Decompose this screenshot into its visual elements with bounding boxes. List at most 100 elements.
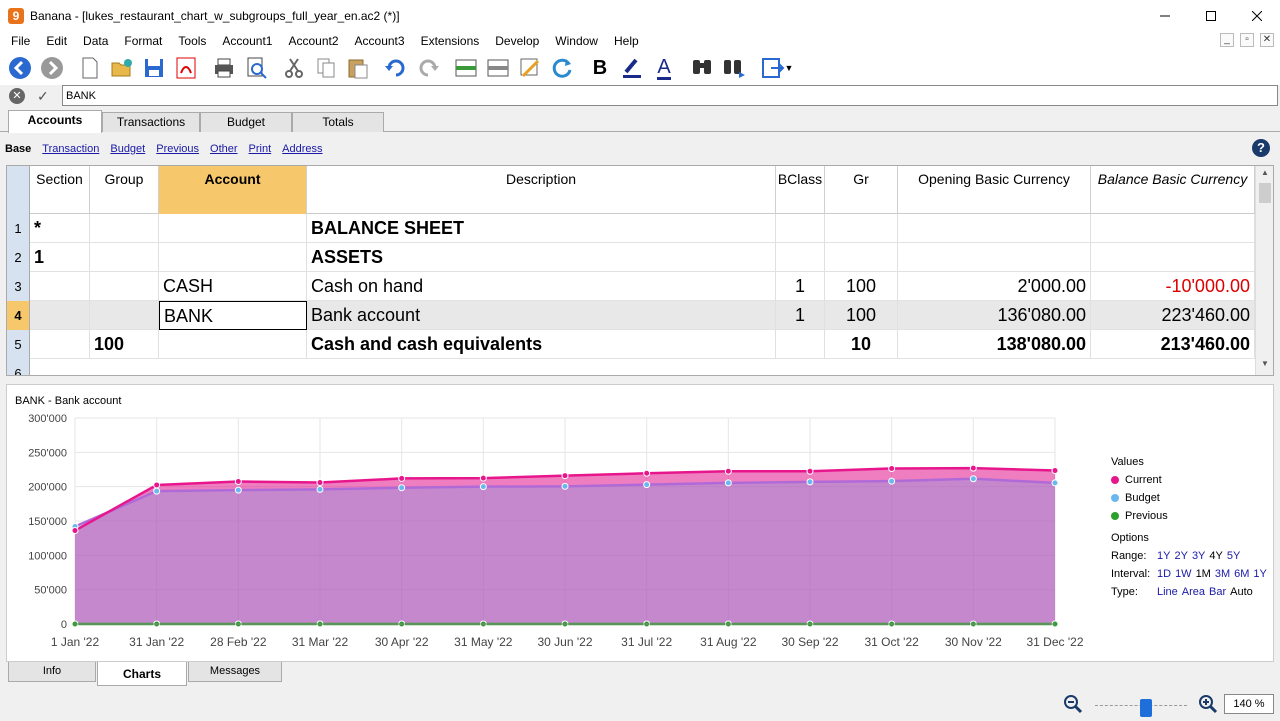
column-header-description[interactable]: Description [307,166,776,214]
column-header-gr[interactable]: Gr [825,166,898,214]
cell-bclass[interactable] [776,214,825,243]
range-2y[interactable]: 2Y [1174,547,1187,565]
scroll-up-icon[interactable]: ▲ [1256,168,1273,182]
tab-budget[interactable]: Budget [200,112,292,132]
zoom-out-icon[interactable] [1063,694,1083,714]
legend-budget[interactable]: Budget [1111,489,1271,507]
insert-rows-button[interactable] [450,53,482,83]
cancel-icon[interactable]: ✕ [9,88,25,104]
cell-section[interactable] [30,272,90,301]
interval-1w[interactable]: 1W [1175,565,1192,583]
cell-section[interactable]: * [30,214,90,243]
vertical-scrollbar[interactable]: ▲ ▼ [1255,166,1273,375]
row-number[interactable]: 1 [7,214,30,243]
menu-data[interactable]: Data [75,34,116,48]
back-button[interactable] [4,53,36,83]
view-transaction[interactable]: Transaction [42,143,99,155]
row-number[interactable]: 2 [7,243,30,272]
cell-balance[interactable] [1091,243,1255,272]
cell-opening[interactable] [898,243,1091,272]
find-button[interactable] [686,53,718,83]
cell-description[interactable]: ASSETS [307,243,776,272]
minimize-button[interactable] [1142,0,1188,31]
cell-group[interactable]: 100 [90,330,159,359]
highlight-button[interactable] [616,53,648,83]
cell-gr[interactable] [825,243,898,272]
legend-previous[interactable]: Previous [1111,507,1271,525]
open-button[interactable] [106,53,138,83]
table-row[interactable]: 3 CASH Cash on hand 1 100 2'000.00 -10'0… [7,272,1255,301]
tab-accounts[interactable]: Accounts [8,110,102,133]
table-corner[interactable] [7,166,30,214]
cell-group[interactable] [90,214,159,243]
menu-edit[interactable]: Edit [38,34,75,48]
menu-help[interactable]: Help [606,34,647,48]
recheck-button[interactable] [546,53,578,83]
interval-6m[interactable]: 6M [1234,565,1249,583]
cell-description[interactable]: Bank account [307,301,776,330]
column-header-section[interactable]: Section [30,166,90,214]
cell-description[interactable]: Cash on hand [307,272,776,301]
interval-1d[interactable]: 1D [1157,565,1171,583]
view-previous[interactable]: Previous [156,143,199,155]
scroll-thumb[interactable] [1259,183,1271,203]
cell-bclass[interactable]: 1 [776,301,825,330]
row-number[interactable]: 5 [7,330,30,359]
interval-1y[interactable]: 1Y [1253,565,1266,583]
table-row[interactable]: 5 100 Cash and cash equivalents 10 138'0… [7,330,1255,359]
table-row[interactable]: 6 [7,359,1255,375]
cell-account[interactable]: CASH [159,272,307,301]
column-header-balance[interactable]: Balance Basic Currency [1091,166,1255,214]
scroll-down-icon[interactable]: ▼ [1256,359,1273,373]
menu-tools[interactable]: Tools [170,34,214,48]
mdi-restore-icon[interactable]: ▫ [1240,33,1254,47]
edit-button[interactable] [514,53,546,83]
interval-3m[interactable]: 3M [1215,565,1230,583]
tab-messages[interactable]: Messages [188,662,282,682]
zoom-in-icon[interactable] [1198,694,1218,714]
cell-gr[interactable] [825,214,898,243]
view-print[interactable]: Print [249,143,272,155]
menu-extensions[interactable]: Extensions [413,34,488,48]
cell-description[interactable]: BALANCE SHEET [307,214,776,243]
range-1y[interactable]: 1Y [1157,547,1170,565]
cell-bclass[interactable] [776,330,825,359]
type-bar[interactable]: Bar [1209,583,1226,601]
cell-balance[interactable] [1091,214,1255,243]
cell-description[interactable]: Cash and cash equivalents [307,330,776,359]
type-auto[interactable]: Auto [1230,583,1253,601]
tab-charts[interactable]: Charts [97,662,187,686]
cell-opening[interactable]: 2'000.00 [898,272,1091,301]
legend-current[interactable]: Current [1111,471,1271,489]
menu-account1[interactable]: Account1 [214,34,280,48]
menu-format[interactable]: Format [116,34,170,48]
tab-totals[interactable]: Totals [292,112,384,132]
column-header-opening[interactable]: Opening Basic Currency [898,166,1091,214]
cell-account-selected[interactable]: BANK [159,301,307,330]
type-line[interactable]: Line [1157,583,1178,601]
column-header-bclass[interactable]: BClass [776,166,825,214]
type-area[interactable]: Area [1182,583,1205,601]
zoom-slider-thumb[interactable] [1140,699,1152,717]
range-3y[interactable]: 3Y [1192,547,1205,565]
menu-account2[interactable]: Account2 [280,34,346,48]
cell-balance[interactable]: 223'460.00 [1091,301,1255,330]
table-row-current[interactable]: 4 BANK Bank account 1 100 136'080.00 223… [7,301,1255,330]
column-header-group[interactable]: Group [90,166,159,214]
new-file-button[interactable] [74,53,106,83]
find-next-button[interactable] [718,53,750,83]
range-5y[interactable]: 5Y [1227,547,1240,565]
cell-bclass[interactable]: 1 [776,272,825,301]
row-number[interactable]: 4 [7,301,30,330]
mdi-close-icon[interactable]: ✕ [1260,33,1274,47]
cell-opening[interactable] [898,214,1091,243]
pdf-button[interactable] [170,53,202,83]
cut-button[interactable] [278,53,310,83]
cell-gr[interactable]: 10 [825,330,898,359]
export-button[interactable]: ▼ [756,53,798,83]
help-icon[interactable]: ? [1252,139,1270,157]
cell-section[interactable] [30,301,90,330]
font-color-button[interactable]: A [648,53,680,83]
cell-gr[interactable]: 100 [825,272,898,301]
menu-file[interactable]: File [0,34,38,48]
